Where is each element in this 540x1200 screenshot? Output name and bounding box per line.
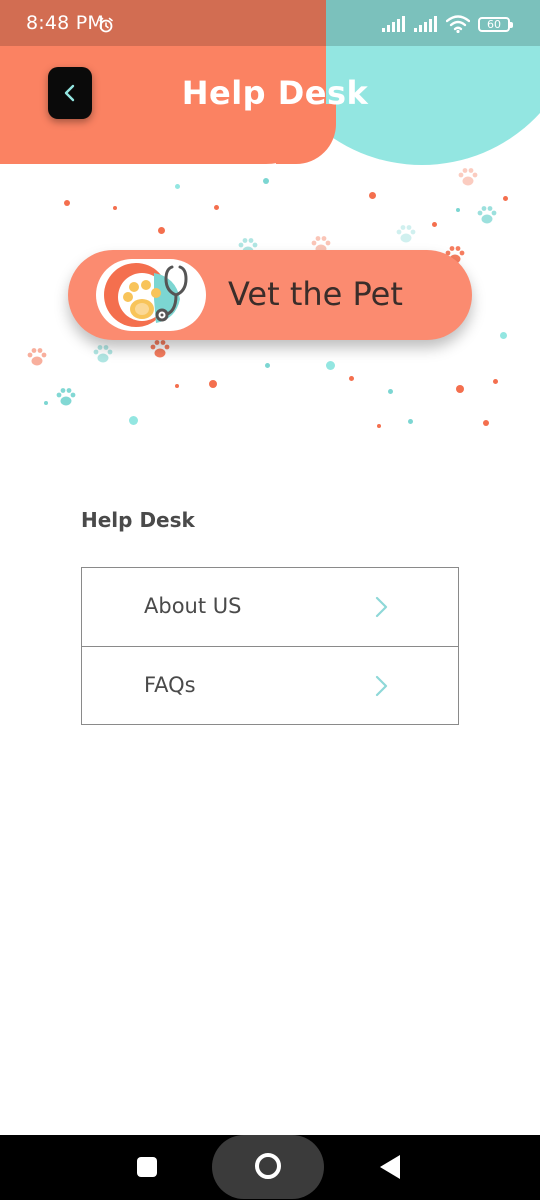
paw-icon [396, 225, 416, 243]
status-icons: 60 [382, 15, 513, 33]
status-time: 8:48 PM [26, 12, 104, 34]
paw-icon [27, 348, 47, 366]
signal-icon [382, 16, 405, 32]
section-title: Help Desk [81, 508, 195, 532]
logo-illustration [104, 263, 188, 327]
paw-icon [93, 345, 113, 363]
paw-icon [477, 206, 497, 224]
vet-the-pet-logo: Vet the Pet [68, 250, 472, 340]
home-button[interactable] [255, 1153, 281, 1179]
logo-text: Vet the Pet [228, 275, 403, 313]
list-item-faqs[interactable]: FAQs [82, 646, 458, 724]
recents-button[interactable] [137, 1157, 157, 1177]
alarm-icon [99, 17, 113, 33]
paw-stethoscope-logo-icon [96, 259, 206, 331]
system-navigation-bar [0, 1135, 540, 1200]
chevron-right-icon [375, 675, 388, 697]
chevron-right-icon [375, 596, 388, 618]
paw-icon [56, 388, 76, 406]
wifi-icon [446, 15, 470, 33]
list-item-about-us[interactable]: About US [82, 568, 458, 646]
list-item-label: FAQs [144, 673, 196, 697]
paw-icon [458, 168, 478, 186]
battery-icon: 60 [478, 16, 513, 32]
help-desk-list: About US FAQs [81, 567, 459, 725]
paw-icon [150, 340, 170, 358]
system-back-button[interactable] [380, 1155, 400, 1179]
list-item-label: About US [144, 594, 242, 618]
status-bar: 8:48 PM 60 [0, 0, 540, 46]
battery-level: 60 [487, 17, 501, 31]
signal-icon-2 [414, 16, 437, 32]
page-title: Help Desk [181, 74, 369, 112]
